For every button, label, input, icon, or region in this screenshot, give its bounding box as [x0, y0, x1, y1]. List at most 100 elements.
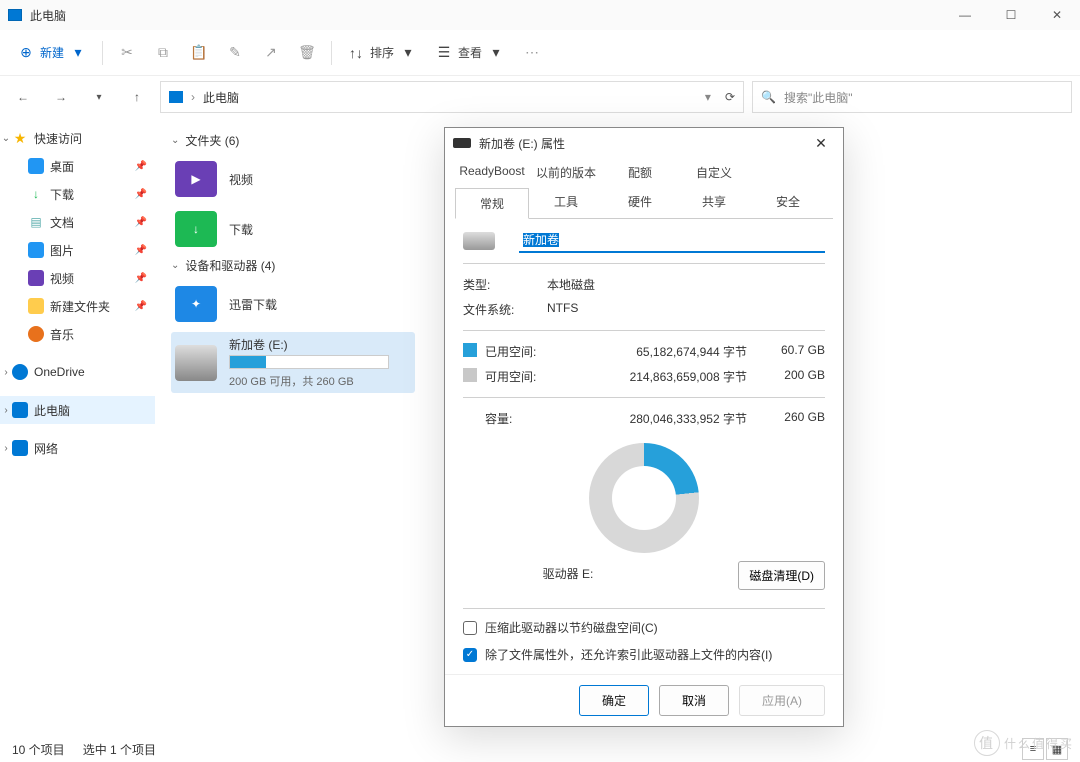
status-item-count: 10 个项目: [12, 741, 65, 758]
disk-cleanup-button[interactable]: 磁盘清理(D): [738, 561, 825, 590]
checkbox-icon[interactable]: [463, 621, 477, 635]
new-label: 新建: [40, 44, 64, 61]
tab-sharing[interactable]: 共享: [677, 187, 751, 218]
search-box[interactable]: 🔍 搜索"此电脑": [752, 81, 1072, 113]
chevron-right-icon[interactable]: ›: [0, 367, 12, 378]
pin-icon: 📌: [135, 189, 147, 200]
cut-button[interactable]: ✂: [111, 37, 143, 69]
sidebar-item-videos[interactable]: 视频📌: [0, 264, 155, 292]
cancel-button[interactable]: 取消: [659, 685, 729, 716]
free-gb: 200 GB: [747, 368, 825, 385]
tab-customize[interactable]: 自定义: [677, 158, 751, 187]
drive-label: 驱动器 E:: [463, 565, 673, 582]
tab-general[interactable]: 常规: [455, 188, 529, 219]
sidebar-item-label: 音乐: [50, 326, 74, 343]
chevron-right-icon[interactable]: ›: [0, 405, 12, 416]
ok-button[interactable]: 确定: [579, 685, 649, 716]
rename-icon: ✎: [227, 45, 243, 61]
up-button[interactable]: ↑: [122, 82, 152, 112]
tab-hardware[interactable]: 硬件: [603, 187, 677, 218]
checkbox-icon[interactable]: ✓: [463, 648, 477, 662]
chevron-down-icon[interactable]: ▾: [84, 82, 114, 112]
chevron-down-icon: ▾: [488, 45, 504, 61]
sidebar-item-pictures[interactable]: 图片📌: [0, 236, 155, 264]
refresh-button[interactable]: ⟳: [725, 90, 735, 104]
sidebar-item-label: 下载: [50, 186, 74, 203]
sidebar-onedrive[interactable]: › OneDrive: [0, 358, 155, 386]
apply-button[interactable]: 应用(A): [739, 685, 825, 716]
sidebar-item-label: 视频: [50, 270, 74, 287]
breadcrumb[interactable]: 此电脑: [203, 89, 239, 106]
compress-checkbox-row[interactable]: 压缩此驱动器以节约磁盘空间(C): [463, 619, 825, 636]
pin-icon: 📌: [135, 301, 147, 312]
dialog-close-button[interactable]: ✕: [807, 135, 835, 152]
sidebar: ⌄★快速访问 桌面📌 ↓下载📌 ▤文档📌 图片📌 视频📌 新建文件夹📌 音乐 ›…: [0, 118, 155, 750]
tab-security[interactable]: 安全: [751, 187, 825, 218]
drive-item-xunlei[interactable]: ✦迅雷下载: [171, 282, 415, 326]
more-button[interactable]: ⋯: [516, 37, 548, 69]
index-checkbox-row[interactable]: ✓除了文件属性外，还允许索引此驱动器上文件的内容(I): [463, 646, 825, 663]
sidebar-item-music[interactable]: 音乐: [0, 320, 155, 348]
document-icon: ▤: [28, 214, 44, 230]
tab-quota[interactable]: 配额: [603, 158, 677, 187]
separator: [102, 41, 103, 65]
paste-icon: 📋: [191, 45, 207, 61]
forward-button[interactable]: →: [46, 82, 76, 112]
pc-icon: [169, 91, 183, 103]
capacity-bar: [229, 355, 389, 369]
tab-previous-versions[interactable]: 以前的版本: [529, 158, 603, 187]
new-button[interactable]: ⊕新建▾: [10, 37, 94, 69]
properties-dialog: 新加卷 (E:) 属性 ✕ ReadyBoost 以前的版本 配额 自定义 常规…: [444, 127, 844, 727]
paste-button[interactable]: 📋: [183, 37, 215, 69]
minimize-button[interactable]: —: [942, 0, 988, 30]
chevron-right-icon[interactable]: ›: [0, 443, 12, 454]
sidebar-item-newfolder[interactable]: 新建文件夹📌: [0, 292, 155, 320]
group-header-label: 设备和驱动器 (4): [185, 257, 275, 274]
address-bar[interactable]: › 此电脑 ▾ ⟳: [160, 81, 744, 113]
sidebar-label: 此电脑: [34, 402, 70, 419]
item-label: 视频: [229, 171, 253, 188]
dialog-body: 新加卷 类型:本地磁盘 文件系统:NTFS 已用空间:65,182,674,94…: [445, 219, 843, 674]
close-button[interactable]: ✕: [1034, 0, 1080, 30]
fs-value: NTFS: [547, 301, 825, 318]
sidebar-item-downloads[interactable]: ↓下载📌: [0, 180, 155, 208]
folder-item-downloads[interactable]: ↓下载: [171, 207, 415, 251]
folder-item-video[interactable]: ▶视频: [171, 157, 415, 201]
share-icon: ↗: [263, 45, 279, 61]
dialog-titlebar: 新加卷 (E:) 属性 ✕: [445, 128, 843, 158]
share-button[interactable]: ↗: [255, 37, 287, 69]
rename-button[interactable]: ✎: [219, 37, 251, 69]
crumb-sep: ›: [191, 90, 195, 104]
chevron-down-icon: ▾: [400, 45, 416, 61]
used-color-swatch: [463, 343, 477, 357]
item-subline: 200 GB 可用，共 260 GB: [229, 373, 389, 389]
desktop-icon: [28, 158, 44, 174]
delete-button[interactable]: 🗑: [291, 37, 323, 69]
view-grid-button[interactable]: ▦: [1046, 738, 1068, 760]
fs-label: 文件系统:: [463, 301, 547, 318]
tab-readyboost[interactable]: ReadyBoost: [455, 158, 529, 187]
volume-name-input[interactable]: 新加卷: [519, 229, 825, 253]
view-button[interactable]: ☰查看▾: [428, 37, 512, 69]
dialog-buttons: 确定 取消 应用(A): [445, 674, 843, 726]
chevron-down-icon[interactable]: ⌄: [0, 133, 12, 144]
maximize-button[interactable]: ☐: [988, 0, 1034, 30]
used-label: 已用空间:: [485, 343, 555, 360]
sort-button[interactable]: ↑↓排序▾: [340, 37, 424, 69]
chevron-down-icon[interactable]: ▾: [705, 90, 711, 104]
sidebar-label: OneDrive: [34, 365, 85, 379]
sidebar-label: 网络: [34, 440, 58, 457]
back-button[interactable]: ←: [8, 82, 38, 112]
window-title: 此电脑: [30, 7, 66, 24]
copy-button[interactable]: ⧉: [147, 37, 179, 69]
sidebar-item-documents[interactable]: ▤文档📌: [0, 208, 155, 236]
sidebar-this-pc[interactable]: › 此电脑: [0, 396, 155, 424]
tab-tools[interactable]: 工具: [529, 187, 603, 218]
sidebar-network[interactable]: › 网络: [0, 434, 155, 462]
view-list-button[interactable]: ≡: [1022, 738, 1044, 760]
sidebar-quick-access[interactable]: ⌄★快速访问: [0, 124, 155, 152]
drive-item-e[interactable]: 新加卷 (E:) 200 GB 可用，共 260 GB: [171, 332, 415, 393]
plus-icon: ⊕: [18, 45, 34, 61]
sidebar-item-desktop[interactable]: 桌面📌: [0, 152, 155, 180]
item-label: 迅雷下载: [229, 296, 277, 313]
